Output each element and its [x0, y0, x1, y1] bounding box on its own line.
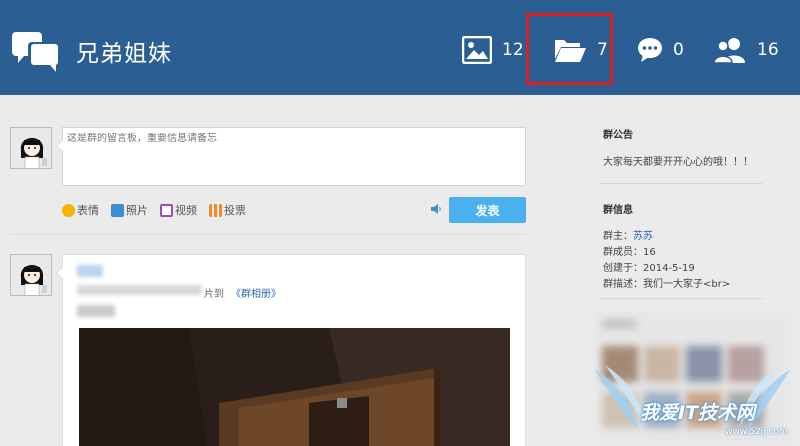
bar-chart-icon — [209, 203, 222, 217]
announcement-title: 群公告 — [603, 130, 633, 141]
owner-label: 群主： — [603, 231, 633, 242]
emoji-icon — [62, 203, 75, 217]
speaker-icon[interactable] — [430, 203, 442, 215]
avatar-girl-icon — [11, 128, 51, 168]
room-photo-image — [79, 328, 510, 446]
vote-label: 投票 — [224, 204, 246, 217]
blurred-author-name — [77, 265, 103, 277]
members-stat[interactable]: 16 — [713, 33, 779, 67]
feed-post-card: 片到 《群相册》 — [56, 254, 526, 446]
group-members-row: 群成员：16 — [603, 247, 656, 258]
announcement-text: 大家每天都要开开心心的哦！！！ — [603, 157, 753, 168]
comment-icon — [638, 38, 662, 62]
post-author-avatar[interactable] — [10, 254, 52, 296]
group-owner-row: 群主：苏苏 — [603, 227, 653, 242]
members-count: 16 — [757, 40, 779, 60]
section-divider — [10, 234, 526, 235]
photo-label: 照片 — [126, 204, 148, 217]
photo-icon — [111, 203, 124, 217]
app-header: 兄弟姐妹 12 7 0 16 — [0, 0, 800, 95]
post-photo[interactable] — [79, 328, 510, 446]
sidebar-divider — [600, 183, 762, 184]
submit-button[interactable]: 发表 — [449, 197, 526, 223]
group-description-row: 群描述：我们一大家子<br> — [603, 279, 731, 290]
photos-count: 12 — [502, 40, 524, 60]
messages-stat[interactable]: 0 — [637, 33, 684, 67]
owner-link[interactable]: 苏苏 — [633, 231, 653, 242]
watermark-text: 我爱IT技术网 — [640, 402, 756, 424]
watermark-url: www.52ij.com — [725, 427, 788, 437]
user-avatar[interactable] — [10, 127, 52, 169]
message-input[interactable] — [67, 133, 507, 144]
logo-chat-icon[interactable] — [10, 30, 62, 74]
video-label: 视频 — [175, 204, 197, 217]
album-link[interactable]: 《群相册》 — [231, 285, 281, 300]
emoji-label: 表情 — [77, 204, 99, 217]
group-info-title: 群信息 — [603, 205, 633, 216]
emoji-tool[interactable]: 表情 — [62, 202, 99, 218]
video-icon — [160, 203, 173, 217]
composer-toolbar: 表情 照片 视频 投票 — [62, 200, 258, 220]
photos-stat[interactable]: 12 — [462, 33, 524, 67]
photo-tool[interactable]: 照片 — [111, 202, 148, 218]
sidebar-divider — [600, 298, 762, 299]
users-icon — [713, 38, 745, 63]
blurred-caption — [77, 305, 115, 317]
files-highlight-box — [526, 13, 613, 85]
vote-tool[interactable]: 投票 — [209, 202, 246, 218]
group-title: 兄弟姐妹 — [76, 41, 172, 67]
uploaded-to-text: 片到 — [204, 289, 224, 300]
group-created-row: 创建于：2014-5-19 — [603, 263, 695, 274]
image-icon — [462, 36, 492, 64]
avatar-girl-icon — [11, 255, 51, 295]
message-board-box[interactable] — [56, 127, 526, 186]
messages-count: 0 — [673, 40, 684, 60]
blurred-post-meta — [77, 285, 202, 295]
video-tool[interactable]: 视频 — [160, 202, 197, 218]
